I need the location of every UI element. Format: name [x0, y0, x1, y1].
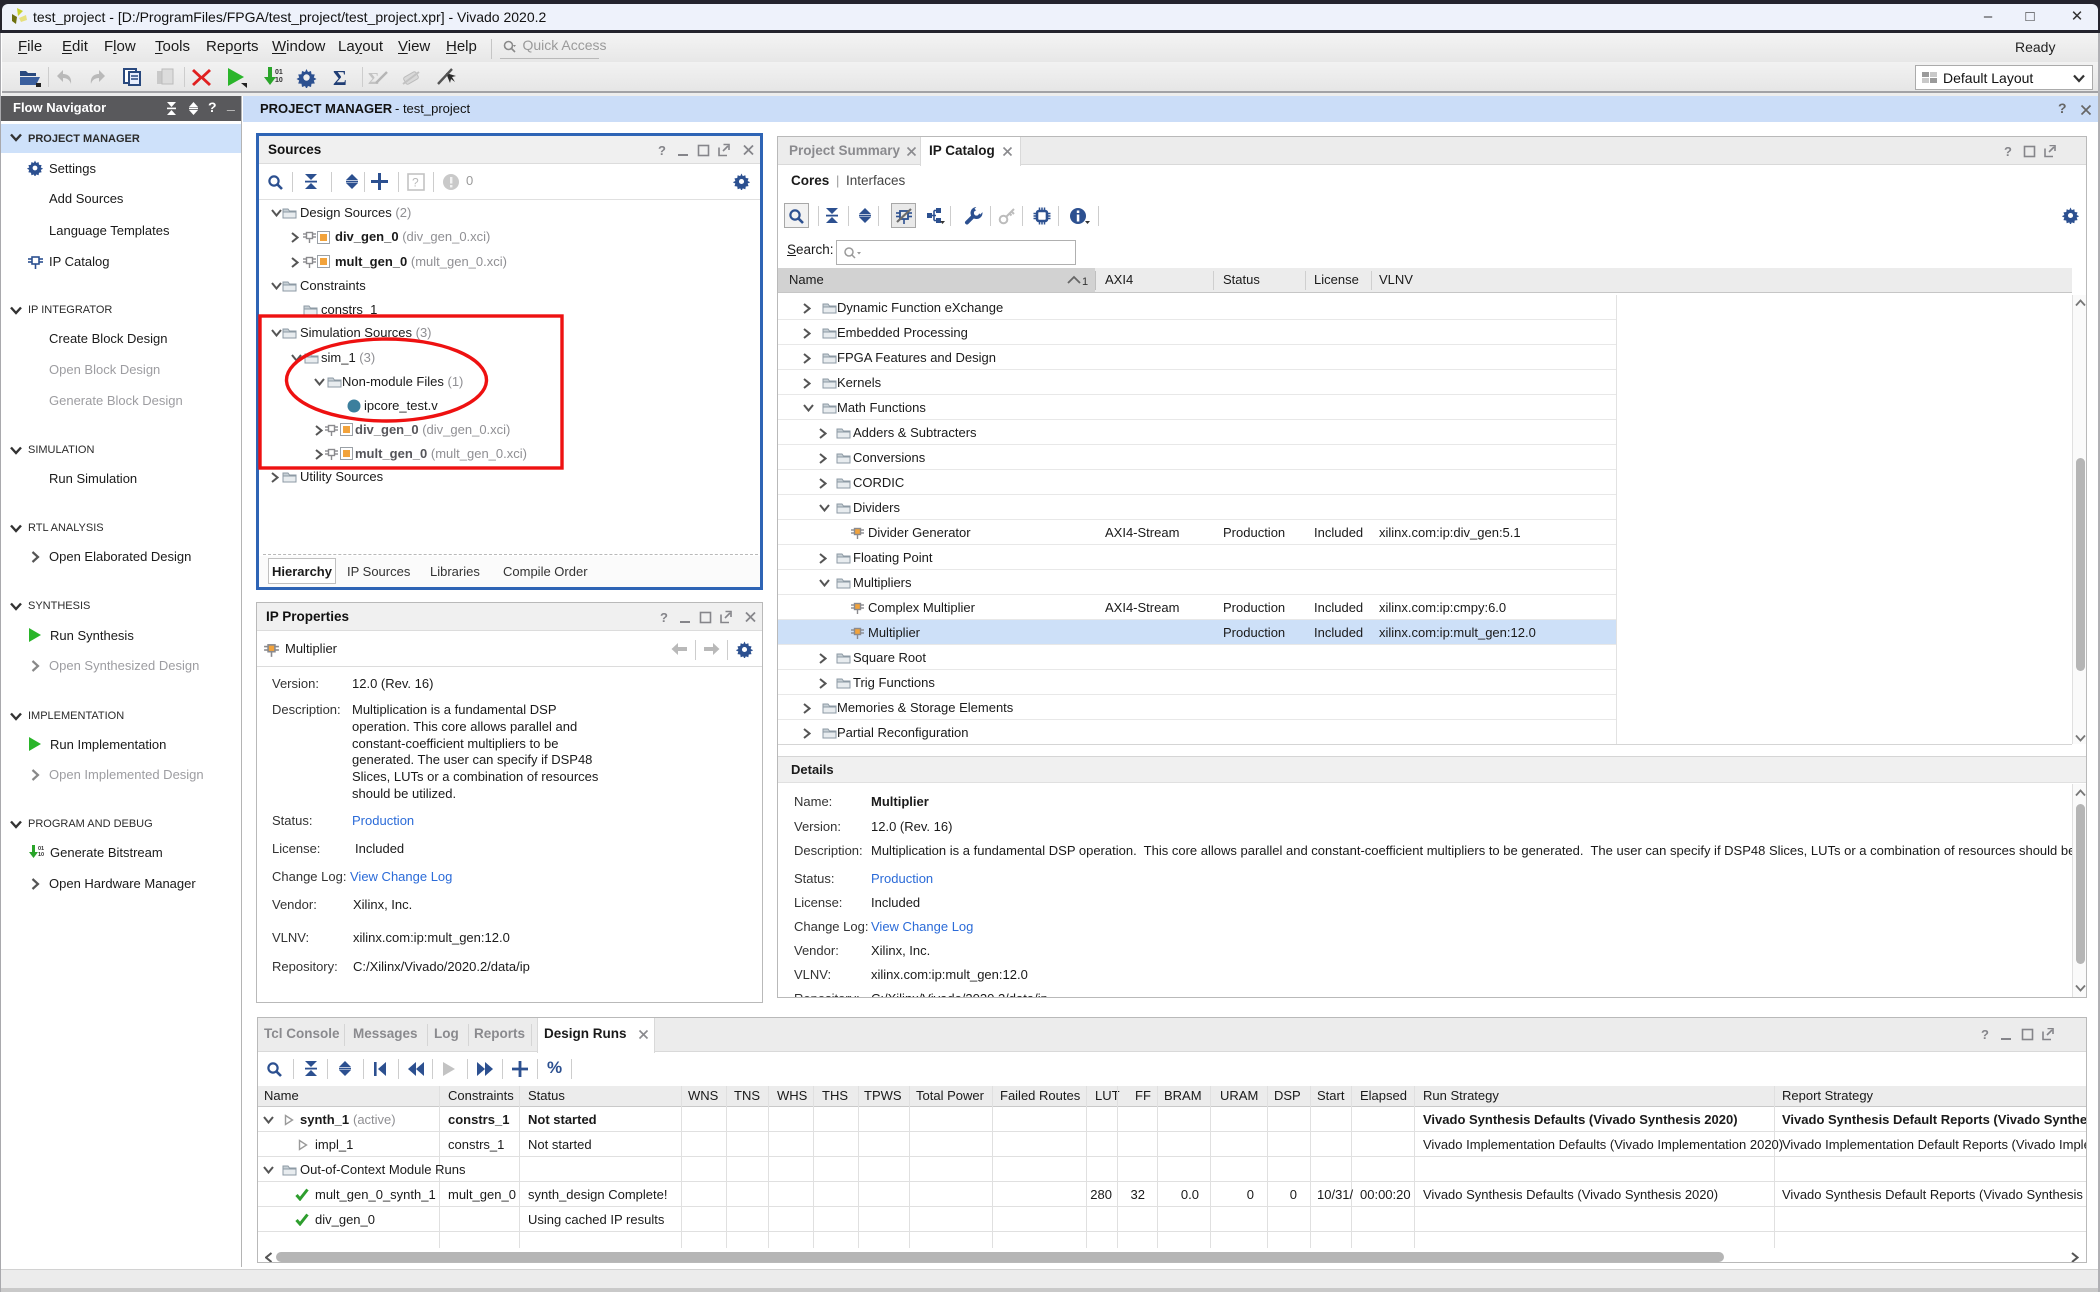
svg-text:?: ?	[2004, 145, 2012, 158]
svg-text:1: 1	[1082, 276, 1088, 287]
svg-text:10: 10	[275, 77, 283, 84]
svg-text:Σ: Σ	[333, 67, 347, 88]
svg-text:?: ?	[1981, 1028, 1989, 1041]
svg-text:10: 10	[38, 852, 44, 858]
svg-text:01: 01	[275, 69, 283, 76]
svg-text:Σ: Σ	[368, 69, 379, 87]
svg-text:?: ?	[660, 610, 668, 624]
